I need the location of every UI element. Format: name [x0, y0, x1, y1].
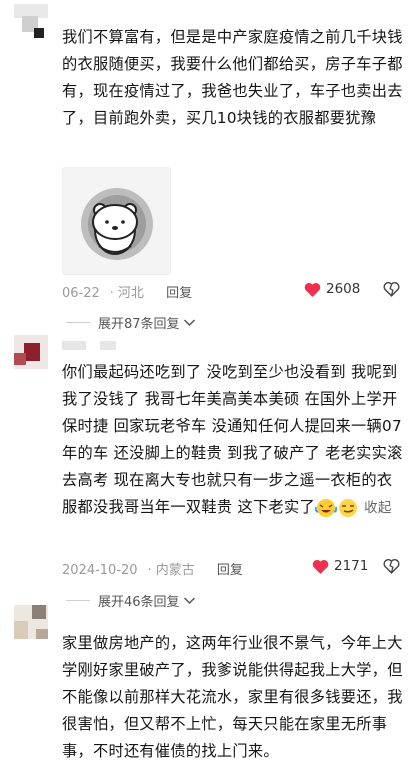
like-button[interactable]: 2608	[304, 281, 360, 297]
username-blurred	[100, 341, 116, 350]
expand-replies-label: 展开87条回复	[98, 317, 180, 332]
divider-line	[66, 600, 90, 601]
comment-location: 河北	[117, 286, 144, 301]
like-count: 2608	[326, 281, 361, 297]
like-count: 2171	[334, 558, 369, 574]
comment-meta: 06-22 · 河北 回复	[62, 282, 202, 301]
comment-location: 内蒙古	[155, 563, 195, 578]
comment-date: 2024-10-20	[62, 563, 138, 578]
comment-3: 家里做房地产的，这两年行业很不景气，今年上大学刚好家里破产了，我爹说能供得起我上…	[0, 603, 409, 777]
dislike-icon	[383, 282, 400, 297]
dot-separator: ·	[147, 563, 152, 578]
sticker-bear[interactable]	[62, 167, 171, 275]
like-button[interactable]: 2171	[312, 558, 368, 574]
dislike-button[interactable]	[383, 281, 400, 302]
dislike-icon	[383, 559, 400, 574]
username-blurred	[62, 341, 86, 350]
comment-1: 我们不算富有，但是是中产家庭疫情之前几千块钱的衣服随便买，我要什么他们都给买，房…	[0, 0, 409, 340]
comment-text: 你们最起码还吃到了 没吃到至少也没看到 我呢到我了没钱了 我哥七年美高美本美硕 …	[62, 359, 404, 522]
bear-sticker-image	[81, 188, 153, 260]
reply-button[interactable]: 回复	[217, 563, 243, 578]
comment-2: 你们最起码还吃到了 没吃到至少也没看到 我呢到我了没钱了 我哥七年美高美本美硕 …	[0, 335, 409, 615]
avatar[interactable]	[14, 335, 48, 369]
heart-icon	[312, 559, 329, 574]
avatar[interactable]	[14, 4, 48, 38]
chevron-down-icon	[183, 319, 195, 327]
comment-text: 家里做房地产的，这两年行业很不景气，今年上大学刚好家里破产了，我爹说能供得起我上…	[62, 634, 403, 760]
collapse-button[interactable]: 收起	[364, 500, 392, 516]
dislike-button[interactable]	[383, 558, 400, 579]
avatar[interactable]	[14, 605, 48, 639]
divider-line	[66, 322, 90, 323]
heart-icon	[304, 282, 321, 297]
expand-replies-button[interactable]: 展开87条回复	[66, 313, 196, 332]
comment-date: 06-22	[62, 286, 100, 301]
laughing-crying-emoji	[314, 498, 337, 517]
dot-separator: ·	[109, 286, 114, 301]
comment-text: 我们不算富有，但是是中产家庭疫情之前几千块钱的衣服随便买，我要什么他们都给买，房…	[62, 28, 403, 127]
comment-text-body: 你们最起码还吃到了 没吃到至少也没看到 我呢到我了没钱了 我哥七年美高美本美硕 …	[62, 363, 403, 516]
comment-meta: 2024-10-20 · 内蒙古 回复	[62, 559, 253, 578]
smirk-emoji	[338, 498, 357, 517]
reply-button[interactable]: 回复	[166, 286, 192, 301]
